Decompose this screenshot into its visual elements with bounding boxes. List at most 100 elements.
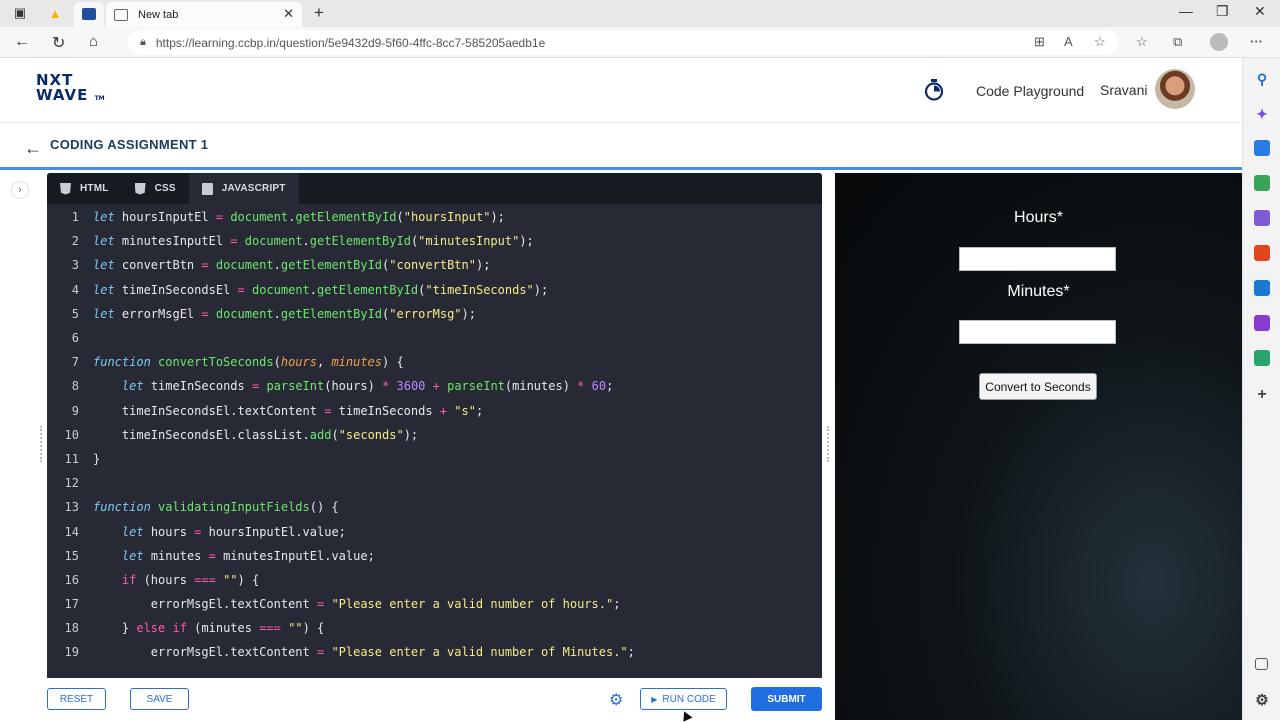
- code-line[interactable]: 19 errorMsgEl.textContent = "Please ente…: [47, 640, 822, 664]
- refresh-icon[interactable]: ↻: [52, 33, 65, 53]
- minutes-input[interactable]: [959, 320, 1116, 344]
- outlook-icon[interactable]: [1254, 280, 1270, 296]
- code-token: getElementById: [280, 306, 383, 321]
- close-tab-icon[interactable]: ✕: [283, 6, 294, 22]
- javascript-file-icon: [201, 182, 213, 195]
- code-line[interactable]: 13 function validatingInputFields() {: [47, 495, 822, 519]
- tab-actions-icon[interactable]: ▣: [11, 4, 29, 22]
- code-line[interactable]: 17 errorMsgEl.textContent = "Please ente…: [47, 592, 822, 616]
- code-token: (: [410, 234, 419, 249]
- app-available-icon[interactable]: ⊞: [1034, 34, 1045, 50]
- code-line[interactable]: 4 let timeInSecondsEl = document. getEleme…: [47, 278, 822, 302]
- code-token: ===: [259, 621, 281, 636]
- code-token: hoursInputEl.value;: [201, 524, 346, 539]
- avatar[interactable]: [1155, 69, 1195, 109]
- code-line[interactable]: 1 let hoursInputEl = document. getElementB…: [47, 205, 822, 229]
- code-line[interactable]: 9 timeInSecondsEl.textContent = timeInSe…: [47, 399, 822, 423]
- panel-resize-handle[interactable]: [827, 426, 830, 462]
- collections-icon[interactable]: ⧉: [1173, 34, 1182, 50]
- lock-icon: 🔒︎: [140, 36, 146, 48]
- code-line[interactable]: 14 let hours = hoursInputEl.value;: [47, 519, 822, 543]
- tab-new-tab[interactable]: New tab ✕: [106, 2, 302, 27]
- code-line[interactable]: 3 let convertBtn = document. getElementByI…: [47, 253, 822, 277]
- tab-html[interactable]: HTML: [47, 173, 122, 204]
- code-lines[interactable]: 1 let hoursInputEl = document. getElementB…: [47, 205, 822, 665]
- code-token: "seconds": [338, 427, 404, 442]
- code-line[interactable]: 8 let timeInSeconds = parseInt (hours) * …: [47, 374, 822, 398]
- stopwatch-icon[interactable]: [924, 79, 944, 101]
- code-token: timeInSeconds: [331, 403, 440, 418]
- code-token: let: [93, 210, 115, 225]
- code-token: ;: [606, 379, 614, 394]
- code-line[interactable]: 16 if (hours === "") {: [47, 568, 822, 592]
- code-token: getElementById: [280, 258, 383, 273]
- home-icon[interactable]: ⌂: [89, 33, 98, 50]
- drive-tab-icon[interactable]: ▲: [46, 4, 64, 22]
- code-token: convertBtn: [114, 258, 202, 273]
- new-tab-plus-icon[interactable]: +: [310, 3, 328, 22]
- code-line[interactable]: 2 let minutesInputEl = document. getElemen…: [47, 229, 822, 253]
- expand-panel-icon[interactable]: ›: [11, 181, 29, 199]
- tab-ccbp[interactable]: [74, 2, 104, 27]
- tab-css[interactable]: CSS: [122, 173, 189, 204]
- code-token: let: [93, 234, 115, 249]
- address-bar[interactable]: 🔒︎ https://learning.ccbp.in/question/5e9…: [128, 30, 1118, 55]
- code-editor[interactable]: HTML CSS JAVASCRIPT 1 let hoursInputEl = …: [47, 173, 822, 678]
- code-line[interactable]: 15 let minutes = minutesInputEl.value;: [47, 544, 822, 568]
- add-sidebar-app-icon[interactable]: +: [1254, 386, 1270, 403]
- read-aloud-icon[interactable]: A: [1064, 34, 1073, 49]
- hours-label: Hours*: [1014, 209, 1063, 226]
- code-line[interactable]: 6: [47, 326, 822, 350]
- favorite-star-icon[interactable]: ☆: [1094, 34, 1106, 50]
- code-line[interactable]: 11}: [47, 447, 822, 471]
- copilot-icon[interactable]: ✦: [1254, 106, 1270, 122]
- run-code-button[interactable]: ▶ RUN CODE: [640, 688, 727, 710]
- minutes-label: Minutes*: [1007, 283, 1070, 300]
- line-number: 13: [64, 500, 79, 515]
- minimize-icon[interactable]: —: [1179, 3, 1193, 19]
- more-options-icon[interactable]: ···: [1250, 34, 1263, 49]
- profile-icon[interactable]: [1210, 33, 1228, 51]
- games-icon[interactable]: [1254, 210, 1270, 226]
- code-token: ;: [475, 403, 484, 418]
- reset-button[interactable]: RESET: [47, 688, 106, 710]
- code-token: minutes: [331, 355, 383, 370]
- code-token: =: [324, 403, 332, 418]
- submit-button[interactable]: SUBMIT: [751, 687, 822, 711]
- back-arrow-icon[interactable]: ←: [24, 138, 42, 159]
- code-playground-link[interactable]: Code Playground: [976, 83, 1084, 99]
- drop-icon[interactable]: [1254, 350, 1270, 366]
- editor-settings-icon[interactable]: ⚙: [609, 690, 623, 710]
- restore-icon[interactable]: ❐: [1216, 3, 1229, 20]
- settings-gear-icon[interactable]: ⚙: [1254, 692, 1270, 709]
- designer-icon[interactable]: [1254, 315, 1270, 331]
- code-line[interactable]: 10 timeInSecondsEl.classList. add("second…: [47, 423, 822, 447]
- editor-tabs: HTML CSS JAVASCRIPT: [47, 173, 822, 204]
- search-icon[interactable]: ⚲: [1254, 71, 1270, 87]
- code-token: "timeInSeconds": [425, 282, 534, 297]
- left-resize-handle[interactable]: [40, 426, 43, 462]
- code-token: "errorMsg": [389, 306, 462, 321]
- code-line[interactable]: 5 let errorMsgEl = document. getElementByI…: [47, 302, 822, 326]
- code-line[interactable]: 18 } else if (minutes === "") {: [47, 616, 822, 640]
- office-icon[interactable]: [1254, 245, 1270, 261]
- line-number: 12: [64, 476, 79, 491]
- split-screen-icon[interactable]: [1255, 658, 1268, 670]
- code-token: ;: [613, 597, 621, 612]
- save-button[interactable]: SAVE: [130, 688, 189, 710]
- close-window-icon[interactable]: ✕: [1254, 3, 1266, 20]
- shopping-tag-icon[interactable]: [1254, 140, 1270, 156]
- code-line[interactable]: 7 function convertToSeconds(hours, minute…: [47, 350, 822, 374]
- tools-icon[interactable]: [1254, 175, 1270, 191]
- convert-to-seconds-button[interactable]: Convert to Seconds: [979, 373, 1097, 400]
- code-token: .: [309, 282, 318, 297]
- favorites-icon[interactable]: ☆: [1136, 34, 1148, 50]
- hours-input[interactable]: [959, 247, 1116, 271]
- back-icon[interactable]: ←: [14, 33, 30, 51]
- tab-javascript[interactable]: JAVASCRIPT: [188, 173, 299, 204]
- nxtwave-logo[interactable]: NXT WAVE TM: [36, 73, 105, 106]
- code-line[interactable]: 12: [47, 471, 822, 495]
- line-number: 14: [64, 524, 79, 539]
